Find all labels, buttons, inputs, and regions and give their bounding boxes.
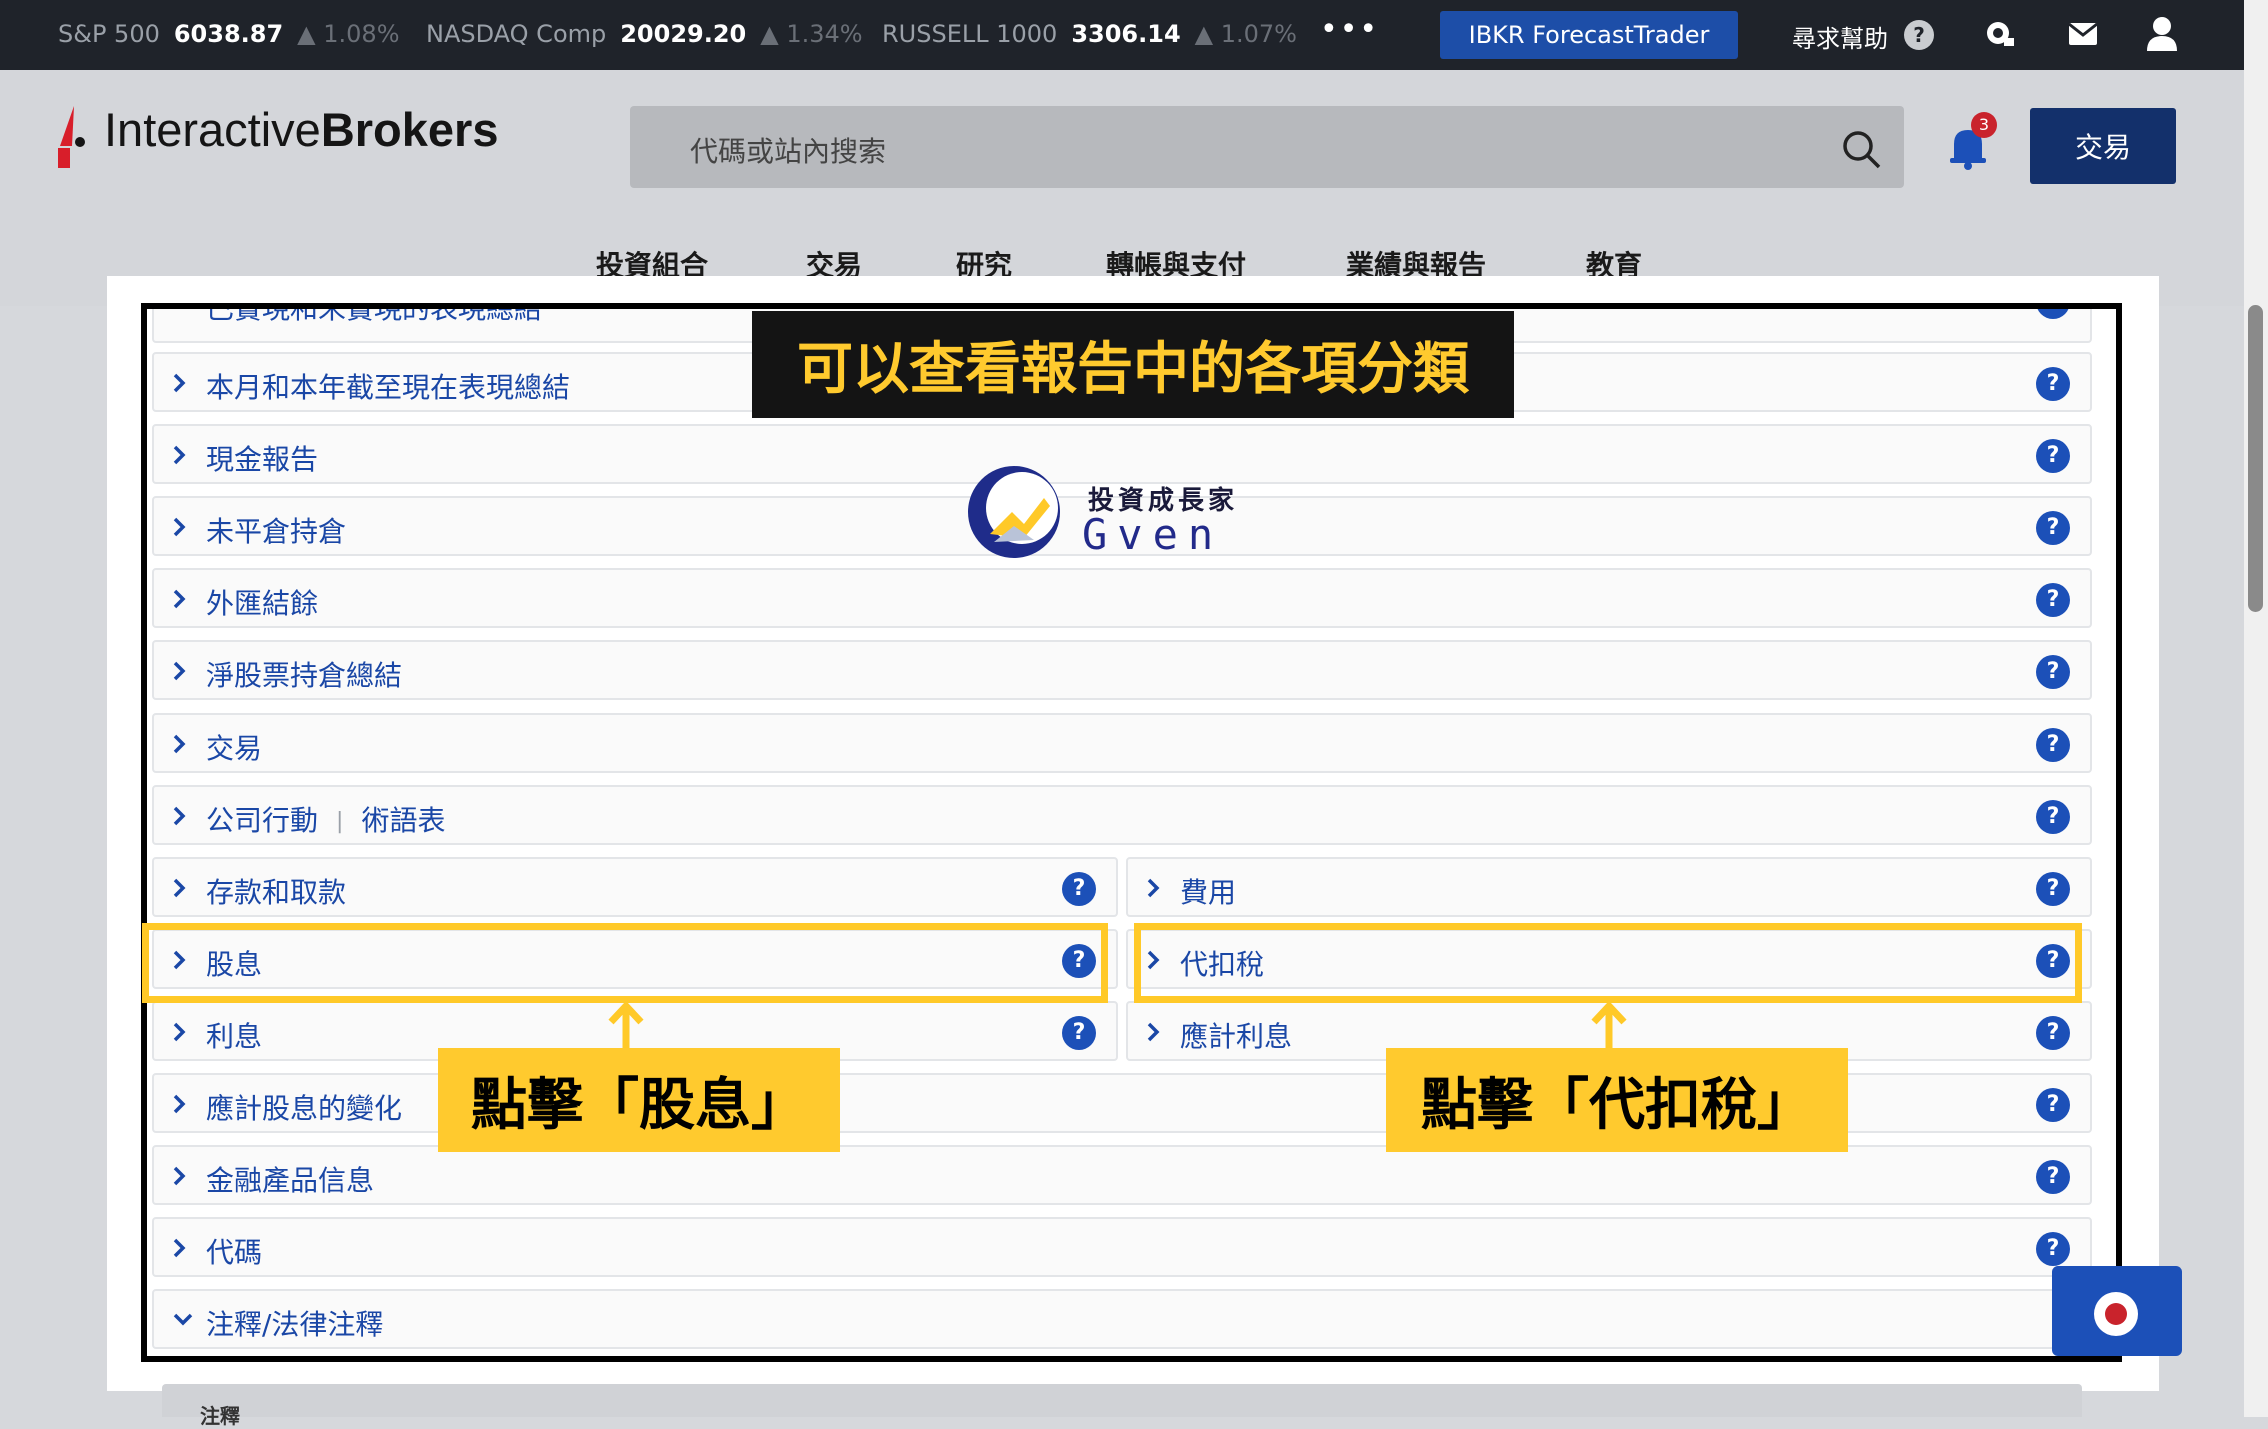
notes-heading: 注釋 <box>200 1404 240 1428</box>
scrollbar-thumb[interactable] <box>2248 305 2263 612</box>
notes-section-bar <box>162 1384 2082 1417</box>
ticker-value: 20029.20 <box>620 20 747 48</box>
ticker-change: ▲ 1.07% <box>1194 20 1297 48</box>
callout-click-withholding-tax: 點擊「代扣稅」 <box>1386 1048 1848 1152</box>
ticker-name: RUSSELL 1000 <box>882 20 1058 48</box>
logo-text-interactive: Interactive <box>104 103 321 156</box>
ticker-name: S&P 500 <box>58 20 160 48</box>
arrow-up-icon <box>608 1002 644 1050</box>
forecast-trader-button[interactable]: IBKR ForecastTrader <box>1440 11 1738 59</box>
help-link[interactable]: 尋求幫助 <box>1792 19 1888 54</box>
ib-logo-icon <box>56 106 86 174</box>
ticker-russell[interactable]: RUSSELL 1000 3306.14 ▲ 1.07% <box>882 20 1297 48</box>
annotation-title-banner: 可以查看報告中的各項分類 <box>752 311 1514 418</box>
ticker-change: ▲ 1.08% <box>297 20 400 48</box>
trade-button[interactable]: 交易 <box>2030 108 2176 184</box>
chat-bubble-icon <box>2094 1292 2138 1336</box>
ticker-sp500[interactable]: S&P 500 6038.87 ▲ 1.08% <box>58 20 400 48</box>
highlight-withholding-tax <box>1134 923 2082 1003</box>
watermark-en-text: Gven <box>1082 510 1224 559</box>
ticker-change: ▲ 1.34% <box>760 20 863 48</box>
page-scrollbar[interactable] <box>2244 0 2268 1417</box>
mail-icon[interactable] <box>2068 22 2098 50</box>
more-tickers-button[interactable]: ••• <box>1320 12 1379 47</box>
arrow-up-icon <box>1591 1002 1627 1050</box>
ticker-nasdaq[interactable]: NASDAQ Comp 20029.20 ▲ 1.34% <box>426 20 863 48</box>
callout-click-dividends: 點擊「股息」 <box>438 1048 840 1152</box>
ticker-name: NASDAQ Comp <box>426 20 607 48</box>
ticker-value: 3306.14 <box>1071 20 1181 48</box>
annotation-frame <box>141 303 2122 1362</box>
site-logo[interactable]: InteractiveBrokers <box>104 102 498 157</box>
chat-icon[interactable] <box>1984 20 2016 54</box>
highlight-dividends <box>142 923 1108 1003</box>
notification-badge: 3 <box>1971 112 1997 138</box>
logo-text-brokers: Brokers <box>320 103 499 156</box>
search-placeholder: 代碼或站內搜索 <box>690 135 887 168</box>
help-icon[interactable]: ? <box>1904 20 1934 50</box>
ticker-value: 6038.87 <box>173 20 284 48</box>
user-icon[interactable] <box>2146 16 2178 56</box>
search-icon[interactable] <box>1842 130 1882 174</box>
watermark-logo-icon <box>968 466 1060 558</box>
